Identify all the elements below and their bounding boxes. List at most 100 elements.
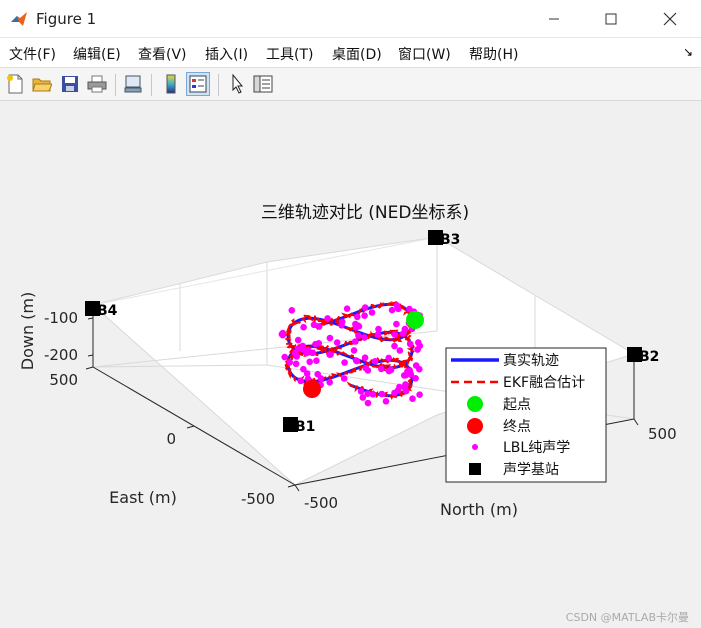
- lbl-measurement-point: [324, 315, 331, 322]
- menu-dock-arrow-icon[interactable]: ↘: [683, 45, 693, 59]
- lbl-measurement-point: [354, 313, 361, 321]
- link-plot-icon: [124, 75, 142, 93]
- y-axis-label: East (m): [109, 488, 177, 507]
- pointer-icon: [232, 74, 244, 94]
- legend-entry: 声学基站: [503, 461, 559, 478]
- y-tick-label: 500: [49, 371, 78, 389]
- menu-edit[interactable]: 编辑(E): [73, 44, 121, 64]
- beacon-b4: B4: [85, 301, 118, 319]
- lbl-measurement-point: [350, 347, 358, 354]
- menu-insert[interactable]: 插入(I): [205, 44, 248, 64]
- menu-help[interactable]: 帮助(H): [469, 44, 518, 64]
- lbl-measurement-point: [368, 309, 376, 316]
- legend-beacon-swatch: [469, 463, 481, 475]
- menu-desktop[interactable]: 桌面(D): [332, 44, 382, 64]
- save-icon: [62, 76, 78, 92]
- lbl-measurement-point: [385, 354, 393, 362]
- lbl-measurement-point: [291, 349, 299, 357]
- beacon-label: B3: [440, 232, 460, 248]
- minimize-button[interactable]: [531, 0, 577, 38]
- lbl-measurement-point: [361, 354, 369, 361]
- lbl-measurement-point: [310, 321, 318, 329]
- lbl-measurement-point: [357, 388, 365, 395]
- lbl-measurement-point: [279, 329, 287, 337]
- window-title: Figure 1: [36, 10, 97, 28]
- lbl-measurement-point: [402, 387, 410, 395]
- link-plot-button[interactable]: [121, 72, 145, 96]
- print-button[interactable]: [85, 72, 109, 96]
- legend-entry: 起点: [503, 397, 531, 413]
- lbl-measurement-point: [288, 307, 296, 314]
- lbl-measurement-point: [303, 370, 311, 377]
- legend-entry: LBL纯声学: [503, 440, 570, 456]
- legend[interactable]: 真实轨迹 EKF融合估计 起点 终点 LBL纯声学 声学基站: [445, 347, 607, 483]
- lbl-measurement-point: [378, 365, 385, 373]
- menu-view[interactable]: 查看(V): [138, 44, 187, 64]
- lbl-measurement-point: [407, 340, 414, 348]
- lbl-measurement-point: [391, 331, 399, 338]
- print-icon: [87, 75, 107, 93]
- lbl-measurement-point: [399, 330, 407, 337]
- lbl-measurement-point: [362, 364, 370, 372]
- lbl-measurement-point: [402, 381, 409, 388]
- lbl-measurement-point: [343, 305, 351, 312]
- new-figure-button[interactable]: [3, 72, 27, 96]
- start-point-marker: [406, 311, 424, 329]
- matlab-logo-icon: [11, 12, 27, 26]
- lbl-measurement-point: [416, 391, 423, 399]
- open-file-icon: [32, 78, 52, 92]
- figure-canvas[interactable]: B1 B2 B3 B4 三维轨迹对比 (NED坐标系) -100 -200 50…: [0, 101, 701, 628]
- lbl-measurement-point: [281, 353, 289, 361]
- save-button[interactable]: [58, 72, 82, 96]
- menu-bar: 文件(F) 编辑(E) 查看(V) 插入(I) 工具(T) 桌面(D) 窗口(W…: [0, 38, 701, 67]
- lbl-measurement-point: [393, 320, 400, 328]
- lbl-measurement-point: [299, 346, 307, 353]
- lbl-measurement-point: [369, 391, 377, 398]
- beacon-label: B1: [295, 419, 315, 435]
- legend-lbl-swatch: [472, 444, 478, 450]
- legend-button[interactable]: [186, 72, 210, 96]
- lbl-measurement-point: [396, 347, 404, 354]
- window-titlebar: Figure 1: [0, 0, 701, 38]
- lbl-measurement-point: [338, 318, 346, 326]
- lbl-measurement-point: [306, 358, 314, 366]
- lbl-measurement-point: [315, 340, 323, 347]
- lbl-measurement-point: [352, 357, 360, 364]
- menu-window[interactable]: 窗口(W): [398, 44, 451, 64]
- lbl-measurement-point: [371, 358, 379, 365]
- close-icon: [663, 12, 677, 26]
- property-inspector-button[interactable]: [251, 72, 275, 96]
- lbl-measurement-point: [388, 306, 396, 314]
- lbl-measurement-point: [327, 351, 334, 358]
- z-tick-label: -100: [44, 309, 78, 327]
- menu-tools[interactable]: 工具(T): [266, 44, 313, 64]
- lbl-measurement-point: [286, 359, 294, 366]
- menu-file[interactable]: 文件(F): [9, 44, 56, 64]
- beacon-label: B4: [97, 303, 118, 319]
- lbl-measurement-point: [359, 394, 367, 401]
- colorbar-icon: [166, 74, 176, 94]
- legend-start-swatch: [467, 396, 483, 412]
- close-button[interactable]: [647, 0, 693, 38]
- lbl-measurement-point: [382, 398, 390, 405]
- lbl-measurement-point: [317, 375, 325, 382]
- figure-toolbar: [0, 67, 701, 101]
- lbl-measurement-point: [415, 339, 422, 346]
- toolbar-separator: [218, 74, 219, 96]
- chart-title: 三维轨迹对比 (NED坐标系): [261, 203, 469, 223]
- lbl-measurement-point: [387, 366, 395, 374]
- open-file-button[interactable]: [30, 72, 54, 96]
- lbl-measurement-point: [378, 390, 386, 398]
- z-axis-label: Down (m): [18, 292, 37, 371]
- y-tick-label: 0: [166, 430, 176, 448]
- lbl-measurement-point: [326, 379, 334, 386]
- colorbar-button[interactable]: [159, 72, 183, 96]
- lbl-measurement-point: [294, 336, 302, 344]
- legend-entry: 真实轨迹: [503, 353, 559, 369]
- maximize-icon: [605, 13, 617, 25]
- minimize-icon: [549, 18, 559, 20]
- legend-entry: EKF融合估计: [503, 375, 585, 391]
- lbl-measurement-point: [414, 346, 421, 353]
- pointer-button[interactable]: [225, 72, 249, 96]
- maximize-button[interactable]: [588, 0, 634, 38]
